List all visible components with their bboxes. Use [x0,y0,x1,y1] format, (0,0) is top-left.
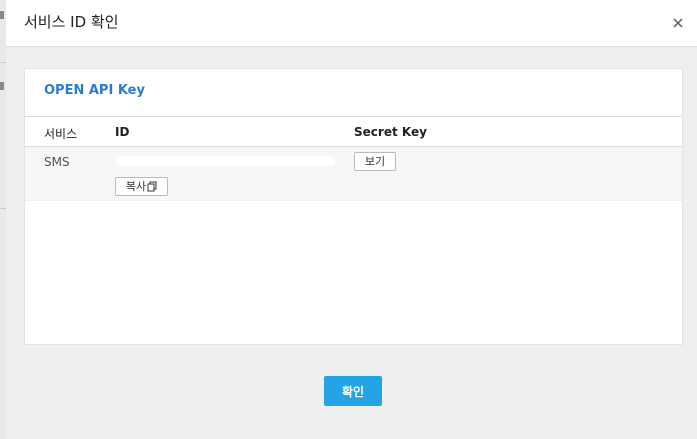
column-header-id: ID [115,125,130,139]
view-secret-key-button[interactable]: 보기 [354,152,396,171]
dialog-title: 서비스 ID 확인 [24,13,119,31]
service-id-value [115,156,335,166]
background-fragment [0,11,4,19]
copy-icon [147,181,157,192]
confirm-button[interactable]: 확인 [324,376,382,406]
view-button-label: 보기 [364,155,386,168]
close-button[interactable] [671,15,685,29]
column-header-service: 서비스 [44,127,78,141]
copy-id-button[interactable]: 복사 [115,177,168,196]
table-header: 서비스 ID Secret Key [25,116,682,147]
dialog-header: 서비스 ID 확인 [6,0,697,47]
service-name: SMS [44,155,70,169]
panel-title: OPEN API Key [44,83,145,98]
column-header-secret-key: Secret Key [354,125,427,139]
table-row: SMS 복사 보기 [25,147,682,201]
open-api-key-panel: OPEN API Key 서비스 ID Secret Key SMS 복사 보기 [24,68,683,345]
close-icon [673,18,683,28]
copy-button-label: 복사 [125,180,147,193]
service-id-dialog: 서비스 ID 확인 OPEN API Key 서비스 ID Secret Key… [6,0,697,439]
background-fragment [0,82,4,90]
